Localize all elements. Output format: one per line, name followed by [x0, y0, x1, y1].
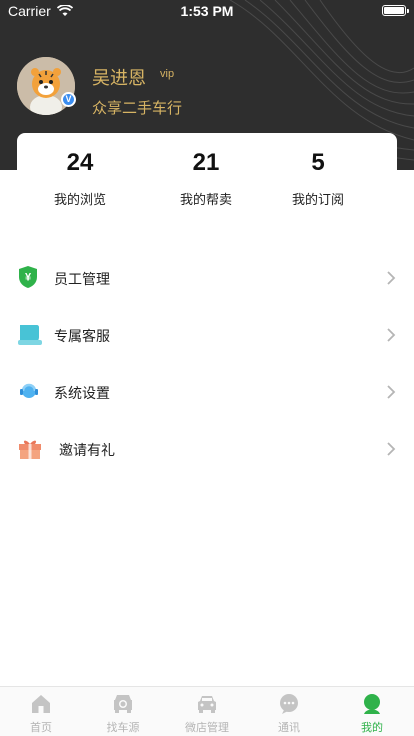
menu-item-invite[interactable]: 邀请有礼 [0, 421, 414, 477]
settings-bubble-icon [20, 383, 38, 398]
tab-label-store: 微店管理 [185, 721, 229, 734]
home-icon [32, 695, 50, 713]
vip-badge: vip [160, 68, 175, 80]
user-name: 吴进恩 [92, 68, 146, 89]
menu-item-staff[interactable]: ¥ 员工管理 [0, 250, 414, 306]
menu-label-invite: 邀请有礼 [59, 443, 115, 459]
stats-card: 24 我的浏览 21 我的帮卖 5 我的订阅 [17, 133, 397, 225]
user-icon [364, 694, 380, 714]
menu-item-settings[interactable]: 系统设置 [0, 364, 414, 420]
tab-store[interactable]: 微店管理 [166, 687, 248, 736]
company-name: 众享二手车行 [92, 99, 183, 117]
stat-help-sell[interactable]: 21 我的帮卖 [143, 133, 269, 208]
status-time: 1:53 PM [180, 3, 234, 19]
tab-label-messages: 通讯 [278, 721, 300, 734]
stat-help-sell-value: 21 [192, 149, 220, 176]
yuan-shield-icon: ¥ [19, 266, 37, 288]
tab-mine[interactable]: 我的 [331, 687, 413, 736]
menu-label-support: 专属客服 [54, 329, 110, 345]
menu-label-settings: 系统设置 [54, 386, 110, 402]
status-bar: Carrier 1:53 PM [0, 0, 414, 24]
stat-subscribe[interactable]: 5 我的订阅 [255, 133, 381, 208]
tab-bar: 首页 找车源 微店管理 通讯 我的 [0, 686, 414, 736]
stat-subscribe-label: 我的订阅 [291, 193, 344, 208]
stat-browse-label: 我的浏览 [53, 193, 106, 208]
customer-service-icon [18, 325, 42, 345]
verified-badge: V [61, 92, 76, 107]
chevron-right-icon [387, 385, 396, 399]
tab-label-mine: 我的 [361, 721, 383, 734]
stat-help-sell-label: 我的帮卖 [179, 193, 232, 208]
tab-label-home: 首页 [30, 721, 52, 734]
gift-icon [19, 440, 41, 459]
car-store-icon [198, 696, 216, 713]
menu-item-support[interactable]: 专属客服 [0, 307, 414, 363]
stat-browse[interactable]: 24 我的浏览 [17, 133, 143, 208]
svg-text:¥: ¥ [25, 272, 32, 284]
chevron-right-icon [387, 328, 396, 342]
stat-subscribe-value: 5 [311, 149, 325, 176]
battery-icon [382, 5, 409, 16]
chat-icon [280, 694, 298, 714]
stat-browse-value: 24 [66, 149, 94, 176]
tab-messages[interactable]: 通讯 [248, 687, 330, 736]
menu-label-staff: 员工管理 [54, 272, 110, 288]
car-search-icon [114, 695, 132, 713]
chevron-right-icon [387, 271, 396, 285]
tab-home[interactable]: 首页 [0, 687, 82, 736]
chevron-right-icon [387, 442, 396, 456]
tab-find-car[interactable]: 找车源 [82, 687, 164, 736]
tab-label-find-car: 找车源 [106, 721, 140, 734]
